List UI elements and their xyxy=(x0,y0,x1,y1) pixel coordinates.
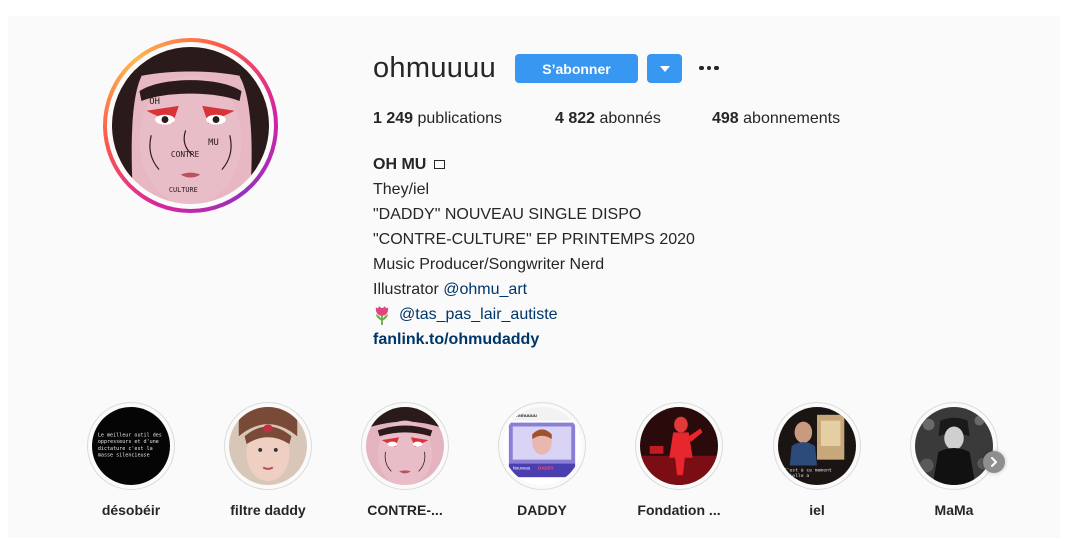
highlight-desobeir[interactable]: Le meilleur outil des oppresseurs et d'u… xyxy=(86,402,176,522)
svg-text:Nouveau: Nouveau xyxy=(513,465,531,470)
highlight-label: CONTRE-... xyxy=(367,502,443,518)
more-dots-icon xyxy=(699,65,704,71)
highlight-label: désobéir xyxy=(101,502,161,518)
svg-text:masse silencieuse: masse silencieuse xyxy=(98,453,150,459)
followers-count[interactable]: 4 822 abonnés xyxy=(555,110,661,128)
bio-pronouns: They/iel xyxy=(373,181,430,198)
highlight-filtre-daddy[interactable]: filtre daddy xyxy=(223,402,313,522)
highlight-cover-filtre-daddy xyxy=(229,407,307,485)
highlight-contre-culture[interactable]: CONTRE-... xyxy=(360,402,450,522)
svg-text:Le meilleur outil des: Le meilleur outil des xyxy=(98,432,162,438)
posts-count: 1 249 publications xyxy=(373,110,502,127)
highlight-daddy[interactable]: ohmuuuu Nouveau DADDY DADDY xyxy=(497,402,587,522)
avatar-image: OH MU CONTRE CULTURE xyxy=(112,47,269,204)
bio-line-single: "DADDY" NOUVEAU SINGLE DISPO xyxy=(373,206,642,223)
highlight-label: Fondation ... xyxy=(637,502,721,518)
profile-full-name: OH MU xyxy=(373,156,427,173)
website-link[interactable]: fanlink.to/ohmudaddy xyxy=(373,327,539,352)
follow-button[interactable]: S’abonner xyxy=(515,54,638,83)
svg-text:oppresseurs et d'une: oppresseurs et d'une xyxy=(98,439,159,445)
profile-username: ohmuuuu xyxy=(373,52,497,84)
profile-bio: OH MU They/iel "DADDY" NOUVEAU SINGLE DI… xyxy=(373,152,695,352)
highlights-next-button[interactable] xyxy=(983,451,1005,473)
avatar-text-oh: OH xyxy=(149,97,160,107)
avatar-text-contre: CONTRE xyxy=(171,150,200,159)
highlight-fondation[interactable]: Fondation ... xyxy=(634,402,724,522)
svg-text:ohmuuuu: ohmuuuu xyxy=(515,413,537,419)
tulip-icon xyxy=(375,305,389,325)
profile-avatar[interactable]: OH MU CONTRE CULTURE xyxy=(103,38,278,213)
bio-illustrator-label: Illustrator xyxy=(373,281,444,298)
svg-text:C'est à ce moment: C'est à ce moment xyxy=(784,466,832,473)
caret-down-icon xyxy=(659,65,670,72)
svg-text:dictature c'est la: dictature c'est la xyxy=(98,446,153,452)
highlight-cover-contre-culture xyxy=(366,407,444,485)
tas-pas-lair-autiste-link[interactable]: @tas_pas_lair_autiste xyxy=(399,302,558,327)
avatar-text-mu: MU xyxy=(208,138,219,148)
suggestions-dropdown-button[interactable] xyxy=(647,54,682,83)
chevron-right-icon xyxy=(991,457,998,467)
bio-line-producer: Music Producer/Songwriter Nerd xyxy=(373,256,605,273)
highlight-iel[interactable]: C'est à ce moment qu'elle a iel xyxy=(772,402,862,522)
highlight-label: iel xyxy=(809,502,825,518)
svg-text:qu'elle a: qu'elle a xyxy=(784,473,810,479)
bio-line-ep: "CONTRE-CULTURE" EP PRINTEMPS 2020 xyxy=(373,231,695,248)
highlight-cover-daddy: ohmuuuu Nouveau DADDY xyxy=(503,407,581,485)
highlight-cover-iel: C'est à ce moment qu'elle a xyxy=(778,407,856,485)
highlight-cover-mama xyxy=(915,407,993,485)
svg-text:DADDY: DADDY xyxy=(538,465,554,470)
highlight-label: MaMa xyxy=(934,502,974,518)
highlight-cover-fondation xyxy=(640,407,718,485)
highlight-label: filtre daddy xyxy=(230,502,306,518)
more-options-button[interactable] xyxy=(695,58,723,78)
following-count[interactable]: 498 abonnements xyxy=(712,110,840,128)
avatar-text-culture: CULTURE xyxy=(169,186,198,194)
illustrator-handle-link[interactable]: @ohmu_art xyxy=(443,277,527,302)
highlight-label: DADDY xyxy=(517,502,567,518)
box-glyph-icon xyxy=(434,160,446,169)
highlight-cover-desobeir: Le meilleur outil des oppresseurs et d'u… xyxy=(92,407,170,485)
